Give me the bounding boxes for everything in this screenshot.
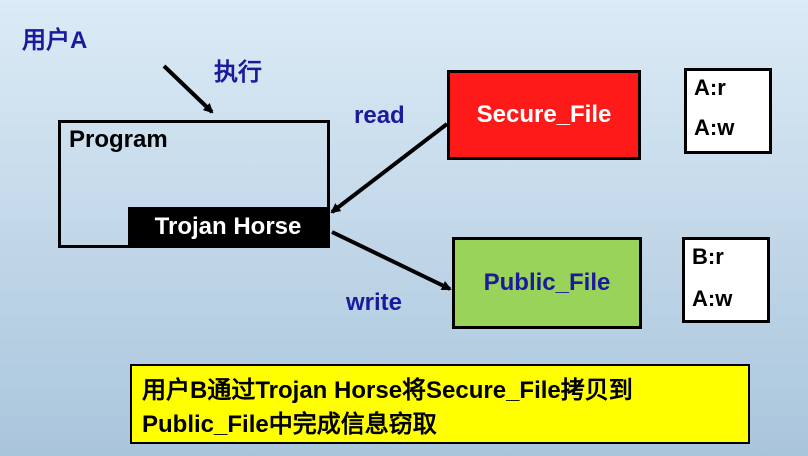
public-file-label: Public_File (483, 269, 611, 296)
write-arrow (331, 230, 452, 291)
secure-file-box: Secure_File (447, 70, 641, 160)
acl-entry: A:r (694, 75, 726, 100)
public-file-acl: B:r A:w (682, 237, 770, 323)
trojan-horse-box: Trojan Horse (128, 207, 328, 247)
secure-file-acl: A:r A:w (684, 68, 772, 154)
acl-entry: A:w (694, 115, 735, 140)
execute-label: 执行 (214, 59, 262, 86)
write-label: write (346, 289, 403, 316)
caption-box: 用户B通过Trojan Horse将Secure_File拷贝到 Public_… (130, 364, 750, 444)
secure-file-label: Secure_File (476, 101, 612, 128)
read-label: read (354, 102, 405, 129)
user-a-label: 用户A (22, 27, 88, 54)
public-file-box: Public_File (452, 237, 642, 329)
execute-arrow (162, 64, 214, 114)
acl-entry: B:r (692, 244, 724, 269)
caption-line-2: Public_File中完成信息窃取 (142, 411, 437, 438)
caption-line-1: 用户B通过Trojan Horse将Secure_File拷贝到 (142, 377, 633, 404)
read-arrow (330, 122, 449, 214)
acl-entry: A:w (692, 286, 733, 311)
program-label: Program (69, 126, 168, 153)
